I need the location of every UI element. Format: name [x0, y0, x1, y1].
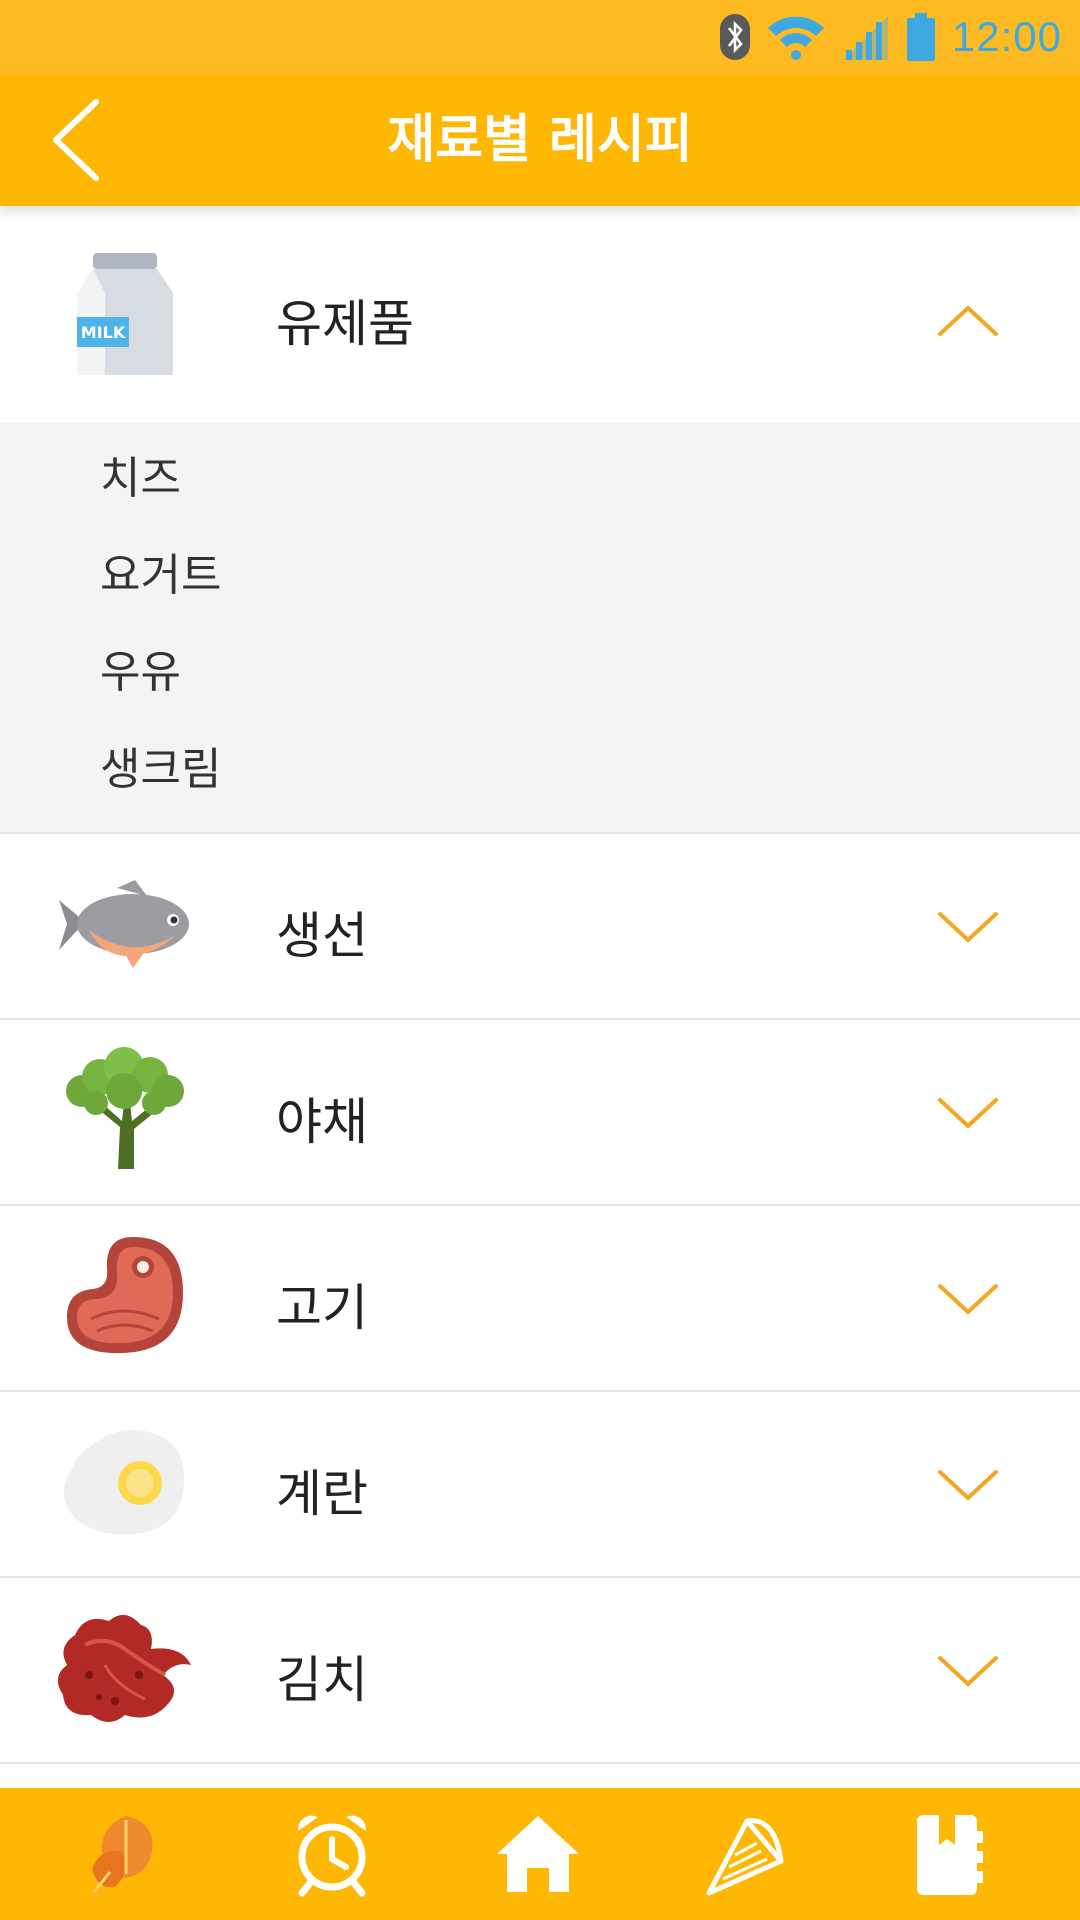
chevron-down-icon[interactable]	[936, 908, 1000, 948]
nav-timer[interactable]	[282, 1806, 382, 1902]
status-time: 12:00	[951, 13, 1062, 60]
sub-item-milk[interactable]: 우유	[0, 638, 1080, 735]
bluetooth-icon	[719, 14, 750, 60]
steak-icon	[50, 1230, 200, 1360]
dairy-subitems: 치즈 요거트 우유 생크림	[0, 422, 1080, 834]
broccoli-icon	[50, 1044, 200, 1174]
fish-icon	[50, 858, 200, 988]
svg-text:MILK: MILK	[81, 323, 126, 342]
category-label: 야채	[276, 1093, 368, 1151]
signal-icon	[843, 16, 888, 60]
chevron-down-icon[interactable]	[936, 1652, 1000, 1692]
category-dairy[interactable]: MILK 유제품	[0, 206, 1080, 422]
chevron-down-icon[interactable]	[936, 1094, 1000, 1134]
bottom-nav	[0, 1788, 1080, 1920]
nav-recipe-book[interactable]	[900, 1806, 1000, 1902]
sub-item-cheese[interactable]: 치즈	[0, 444, 1080, 541]
milk-carton-icon: MILK	[50, 249, 200, 379]
strainer-icon	[706, 1818, 784, 1896]
category-label: 생선	[276, 907, 368, 965]
alarm-clock-icon	[297, 1815, 367, 1897]
wifi-icon	[767, 16, 824, 60]
fried-egg-icon	[50, 1416, 200, 1546]
chevron-up-icon[interactable]	[936, 300, 1000, 340]
sub-item-cream[interactable]: 생크림	[0, 735, 1080, 832]
category-fish[interactable]: 생선	[0, 834, 1080, 1020]
category-vegetable[interactable]: 야채	[0, 1020, 1080, 1206]
category-list: MILK 유제품 치즈 요거트 우유 생크림 생선 야채 고기 계란 김치	[0, 206, 1080, 1764]
battery-icon	[906, 13, 935, 61]
spinach-icon	[92, 1816, 153, 1893]
category-meat[interactable]: 고기	[0, 1206, 1080, 1392]
category-egg[interactable]: 계란	[0, 1392, 1080, 1578]
category-label: 계란	[276, 1465, 368, 1523]
chevron-down-icon[interactable]	[936, 1466, 1000, 1506]
recipe-book-icon	[917, 1815, 983, 1895]
category-kimchi[interactable]: 김치	[0, 1578, 1080, 1764]
kimchi-icon	[50, 1602, 200, 1732]
home-icon	[497, 1816, 579, 1892]
chevron-down-icon[interactable]	[936, 1280, 1000, 1320]
category-label: 유제품	[276, 295, 414, 353]
nav-home[interactable]	[488, 1806, 588, 1902]
status-bar: 12:00	[0, 0, 1080, 74]
page-title: 재료별 레시피	[387, 110, 693, 170]
nav-tools[interactable]	[694, 1806, 794, 1902]
sub-item-yogurt[interactable]: 요거트	[0, 541, 1080, 638]
nav-ingredients[interactable]	[76, 1806, 176, 1902]
category-label: 김치	[276, 1651, 368, 1709]
app-bar: 재료별 레시피	[0, 74, 1080, 206]
category-label: 고기	[276, 1279, 368, 1337]
status-icons: 12:00	[719, 8, 1062, 66]
